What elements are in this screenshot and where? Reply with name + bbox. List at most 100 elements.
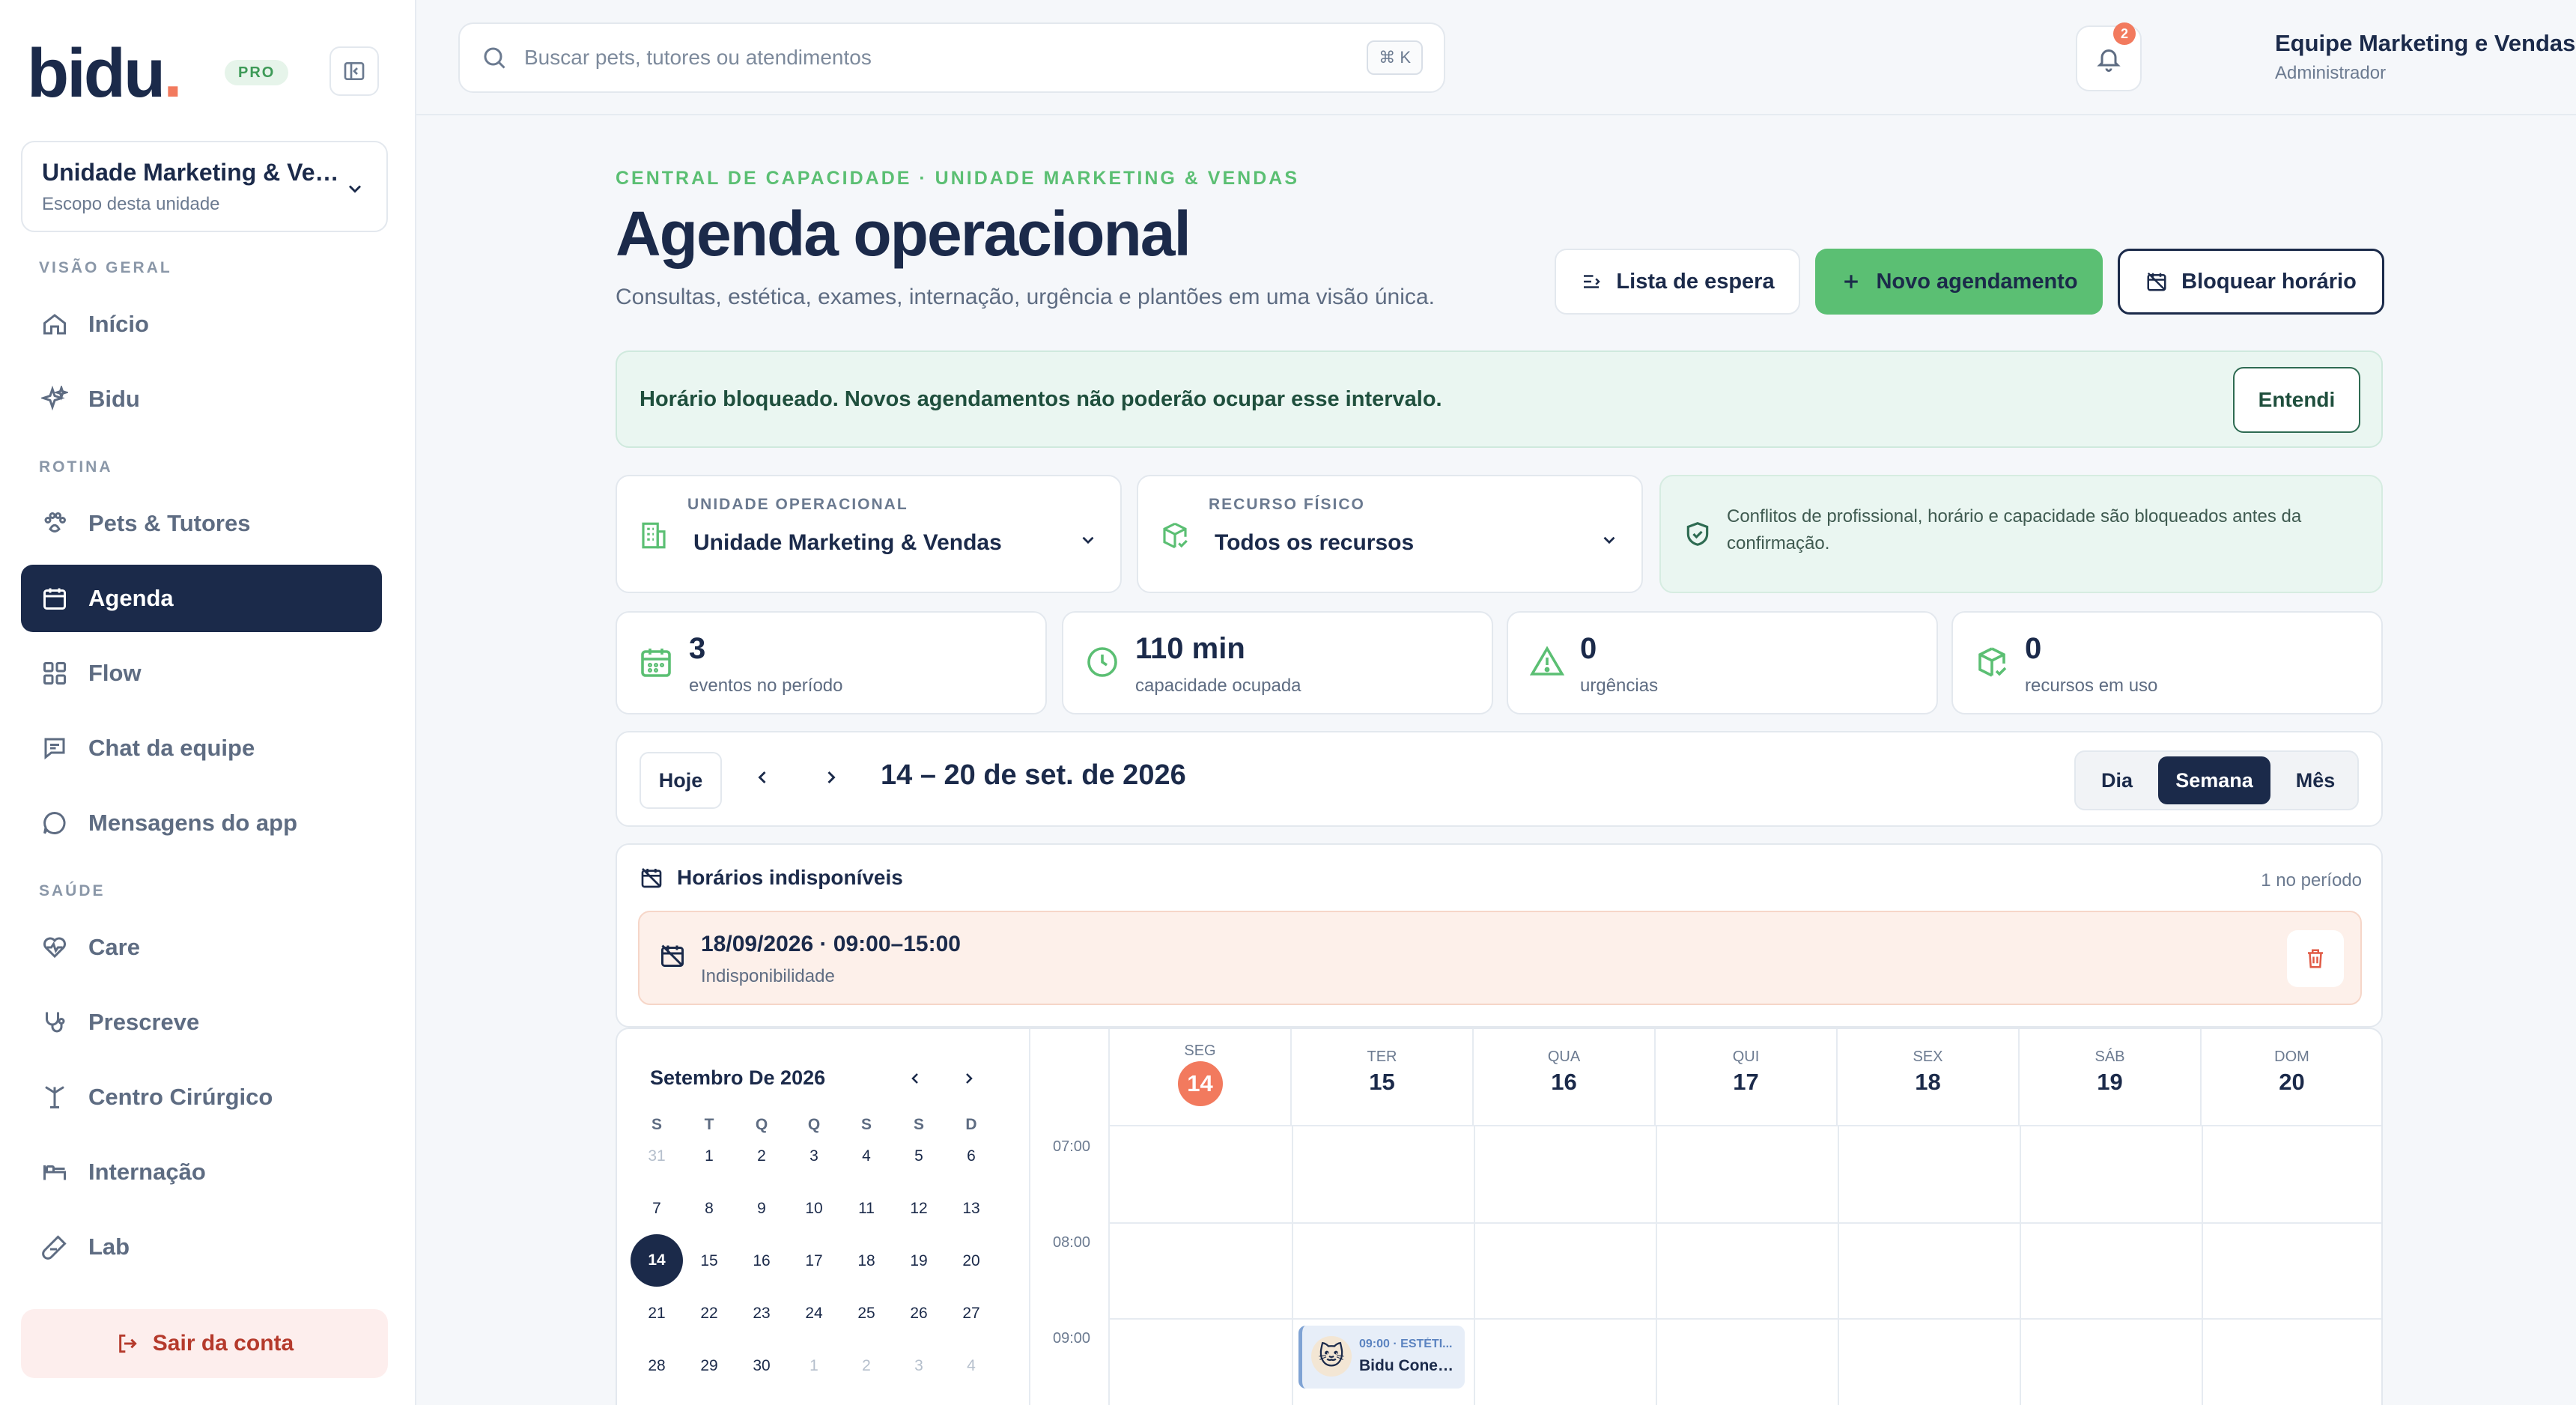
mini-calendar-day[interactable]: 17: [788, 1252, 840, 1270]
mini-calendar-day[interactable]: 19: [893, 1252, 945, 1270]
collapse-sidebar-button[interactable]: [329, 46, 379, 96]
sidebar-item-lab[interactable]: Lab: [21, 1213, 382, 1281]
sidebar-item-pets-tutores[interactable]: Pets & Tutores: [21, 490, 382, 557]
unit-selector[interactable]: Unidade Marketing & Vendas Escopo desta …: [21, 141, 388, 232]
day-name: TER: [1367, 1049, 1397, 1065]
bell-icon: [2097, 49, 2121, 72]
unit-filter[interactable]: UNIDADE OPERACIONAL Unidade Marketing & …: [616, 475, 1122, 593]
mini-calendar-day[interactable]: 18: [840, 1252, 893, 1270]
mini-calendar-day[interactable]: 5: [893, 1147, 945, 1165]
mini-calendar-day[interactable]: 27: [945, 1305, 997, 1323]
mini-calendar-day[interactable]: 12: [893, 1200, 945, 1218]
block-time-button[interactable]: Bloquear horário: [2118, 249, 2384, 315]
stat-events: 3 eventos no período: [616, 611, 1047, 714]
mini-calendar-day[interactable]: 14: [631, 1234, 683, 1287]
trash-icon: [2308, 949, 2323, 968]
alert-dismiss-button[interactable]: Entendi: [2233, 367, 2360, 433]
mini-calendar-day[interactable]: 10: [788, 1200, 840, 1218]
user-menu[interactable]: Equipe Marketing e Vendas Administrador: [2275, 30, 2575, 84]
new-appointment-button[interactable]: Novo agendamento: [1815, 249, 2103, 315]
mini-calendar-day[interactable]: 24: [788, 1305, 840, 1323]
mini-calendar-day[interactable]: 9: [735, 1200, 788, 1218]
day-name: DOM: [2274, 1049, 2309, 1065]
day-header[interactable]: QUI 17: [1656, 1029, 1838, 1126]
sidebar-item-flow[interactable]: Flow: [21, 640, 382, 707]
mini-calendar-day[interactable]: 2: [735, 1147, 788, 1165]
time-label: 08:00: [1053, 1234, 1091, 1251]
mini-calendar-day[interactable]: 31: [631, 1147, 683, 1165]
sidebar-item-care[interactable]: Care: [21, 914, 382, 981]
mini-calendar-day[interactable]: 1: [683, 1147, 735, 1165]
sidebar-item-mensagens-app[interactable]: Mensagens do app: [21, 789, 382, 857]
stat-label: urgências: [1580, 676, 1659, 696]
day-header[interactable]: SEG 14: [1110, 1029, 1292, 1126]
sidebar-item-prescreve[interactable]: Prescreve: [21, 989, 382, 1056]
calendar-navigation: Hoje 14 – 20 de set. de 2026 Dia Semana …: [616, 731, 2383, 827]
unit-scope: Escopo desta unidade: [42, 194, 220, 214]
sidebar-item-inicio[interactable]: Início: [21, 291, 382, 358]
sidebar-item-agenda[interactable]: Agenda: [21, 565, 382, 632]
page-title: Agenda operacional: [616, 198, 1191, 269]
mini-calendar-day[interactable]: 25: [840, 1305, 893, 1323]
mini-calendar-day[interactable]: 23: [735, 1305, 788, 1323]
mini-calendar-day[interactable]: 20: [945, 1252, 997, 1270]
mini-calendar-day[interactable]: 13: [945, 1200, 997, 1218]
day-header[interactable]: DOM 20: [2202, 1029, 2381, 1126]
mini-calendar-day[interactable]: 11: [840, 1200, 893, 1218]
grid-column-line: [1838, 1126, 1839, 1405]
mini-calendar-day[interactable]: 3: [788, 1147, 840, 1165]
day-header[interactable]: SEX 18: [1838, 1029, 2020, 1126]
sidebar-item-centro-cirurgico[interactable]: Centro Cirúrgico: [21, 1063, 382, 1131]
day-header[interactable]: SÁB 19: [2020, 1029, 2202, 1126]
day-header[interactable]: QUA 16: [1474, 1029, 1656, 1126]
mini-calendar-day[interactable]: 15: [683, 1252, 735, 1270]
mini-prev-month-button[interactable]: [902, 1065, 929, 1092]
sidebar-item-label: Centro Cirúrgico: [88, 1084, 273, 1110]
mini-calendar-day[interactable]: 6: [945, 1147, 997, 1165]
mini-calendar-day[interactable]: 2: [840, 1357, 893, 1375]
waitlist-button[interactable]: Lista de espera: [1555, 249, 1800, 315]
mini-calendar-title: Setembro De 2026: [650, 1066, 826, 1089]
mini-calendar-day[interactable]: 8: [683, 1200, 735, 1218]
sidebar-item-label: Lab: [88, 1233, 130, 1260]
search-input[interactable]: Buscar pets, tutores ou atendimentos ⌘ K: [458, 22, 1445, 93]
unavailable-header: Horários indisponíveis: [640, 866, 903, 890]
mini-calendar-day[interactable]: 4: [945, 1357, 997, 1375]
unit-name: Unidade Marketing & Vendas: [42, 159, 349, 186]
mini-calendar-day[interactable]: 30: [735, 1357, 788, 1375]
chevron-right-icon: [966, 1073, 973, 1084]
mini-calendar-day[interactable]: 1: [788, 1357, 840, 1375]
previous-week-button[interactable]: [747, 762, 777, 792]
mini-calendar-day[interactable]: 4: [840, 1147, 893, 1165]
mini-calendar-day[interactable]: 21: [631, 1305, 683, 1323]
mini-calendar-day[interactable]: 28: [631, 1357, 683, 1375]
logout-button[interactable]: Sair da conta: [21, 1309, 388, 1378]
mini-calendar-day[interactable]: 3: [893, 1357, 945, 1375]
view-day-tab[interactable]: Dia: [2083, 756, 2151, 804]
delete-unavailable-button[interactable]: [2287, 930, 2344, 987]
mini-calendar-day[interactable]: 16: [735, 1252, 788, 1270]
next-week-button[interactable]: [816, 762, 846, 792]
mini-calendar-day[interactable]: 7: [631, 1200, 683, 1218]
bidu-logo[interactable]: bidu.: [27, 39, 183, 108]
resource-filter[interactable]: RECURSO FÍSICO Todos os recursos: [1137, 475, 1643, 593]
sidebar-item-chat-equipe[interactable]: Chat da equipe: [21, 714, 382, 782]
mini-next-month-button[interactable]: [956, 1065, 982, 1092]
view-month-tab[interactable]: Mês: [2278, 756, 2353, 804]
sidebar-item-bidu[interactable]: Bidu: [21, 365, 382, 433]
notifications-button[interactable]: 2: [2076, 22, 2142, 91]
paw-icon: [39, 508, 70, 539]
calendar-panel: Setembro De 2026 S T Q Q S S D 31 1 2 3 4 5 6 7 8 9 10 11 1…: [616, 1028, 2383, 1405]
mini-calendar-day[interactable]: 22: [683, 1305, 735, 1323]
mini-calendar-day[interactable]: 29: [683, 1357, 735, 1375]
sparkles-icon: [39, 383, 70, 415]
day-name: SEG: [1184, 1043, 1216, 1059]
calendar-event[interactable]: 🐱 09:00 · ESTÉTI... Bidu Conexã...: [1298, 1326, 1465, 1389]
time-label: 09:00: [1053, 1330, 1091, 1347]
mini-calendar-day[interactable]: 26: [893, 1305, 945, 1323]
sidebar-item-internacao[interactable]: Internação: [21, 1138, 382, 1206]
day-header[interactable]: TER 15: [1292, 1029, 1474, 1126]
view-week-tab[interactable]: Semana: [2158, 756, 2270, 804]
today-button[interactable]: Hoje: [640, 752, 722, 809]
unavailable-title: Horários indisponíveis: [677, 866, 903, 889]
